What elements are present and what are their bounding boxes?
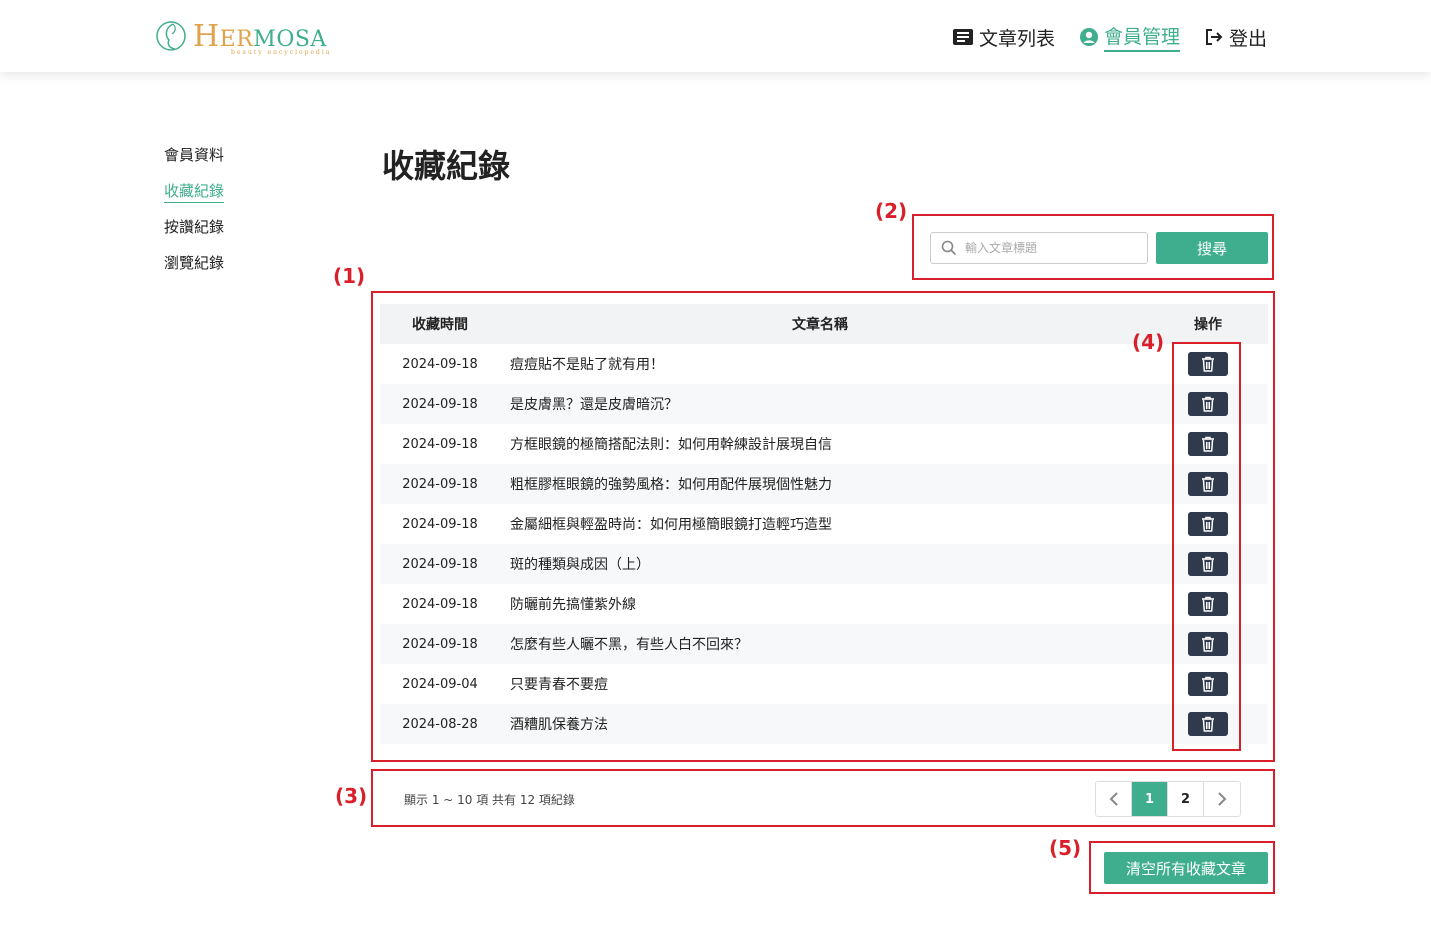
nav-logout-label: 登出 [1228,27,1267,50]
row-date: 2024-09-18 [380,624,492,664]
row-date: 2024-09-18 [402,516,478,532]
row-article-title[interactable]: 金屬細框與輕盈時尚：如何用極簡眼鏡打造輕巧造型 [492,504,1148,544]
table-row: 2024-09-18 斑的種類與成因（上） [380,544,1268,584]
row-article-title[interactable]: 方框眼鏡的極簡搭配法則：如何用幹練設計展現自信 [492,424,1148,464]
row-article-title[interactable]: 是皮膚黑？還是皮膚暗沉？ [492,384,1148,424]
top-header: HERMOSA beauty encyclopedia 文章列表 會員管理 登出 [0,0,1431,72]
table-row: 2024-08-28 酒糟肌保養方法 [380,704,1268,744]
nav-member-management[interactable]: 會員管理 [1079,22,1180,52]
search-icon [941,240,957,256]
row-date: 2024-09-18 [380,464,492,504]
brand-logo[interactable]: HERMOSA beauty encyclopedia [155,16,332,56]
user-circle-icon [1079,28,1098,46]
brand-wordmark: HERMOSA beauty encyclopedia [193,18,332,56]
logout-icon [1205,29,1223,45]
nav-article-list-label: 文章列表 [978,27,1055,50]
member-sidebar: 會員資料 收藏紀錄 按讚紀錄 瀏覽紀錄 [164,144,225,288]
annotation-label-5: (5) [1049,836,1082,860]
main-nav: 文章列表 會員管理 登出 [952,22,1267,52]
page-title: 收藏紀錄 [382,147,511,185]
nav-logout[interactable]: 登出 [1204,24,1267,51]
pagination-info: 顯示 1 ~ 10 項 共有 12 項紀錄 [404,793,575,807]
nav-article-list[interactable]: 文章列表 [952,24,1055,51]
header-article-name: 文章名稱 [492,304,1148,344]
sidebar-item-favorites[interactable]: 收藏紀錄 [164,180,225,216]
search-button[interactable]: 搜尋 [1156,232,1268,264]
next-page-button[interactable] [1204,782,1240,816]
table-row: 2024-09-18 防曬前先搞懂紫外線 [380,584,1268,624]
row-date: 2024-09-18 [402,356,478,372]
annotation-box-delete-column [1172,342,1241,751]
favorites-table: 收藏時間 文章名稱 操作 2024-09-18 痘痘貼不是貼了就有用！ 2024-0… [380,304,1268,744]
row-article-title[interactable]: 粗框膠框眼鏡的強勢風格：如何用配件展現個性魅力 [492,464,1148,504]
header-date: 收藏時間 [380,304,492,344]
row-article-title[interactable]: 斑的種類與成因（上） [492,544,1148,584]
row-article-title[interactable]: 只要青春不要痘 [492,664,1148,704]
annotation-label-4: (4) [1132,330,1165,354]
sidebar-item-history[interactable]: 瀏覽紀錄 [164,252,224,288]
sidebar-item-likes[interactable]: 按讚紀錄 [164,216,224,252]
pagination: 1 2 [1095,781,1241,817]
page-1-button[interactable]: 1 [1132,782,1168,816]
chevron-left-icon [1109,792,1118,806]
row-article-title[interactable]: 怎麼有些人曬不黑，有些人白不回來？ [492,624,1148,664]
chevron-right-icon [1218,792,1227,806]
row-date: 2024-09-04 [402,676,478,692]
table-row: 2024-09-18 方框眼鏡的極簡搭配法則：如何用幹練設計展現自信 [380,424,1268,464]
prev-page-button[interactable] [1096,782,1132,816]
annotation-label-1: (1) [333,264,366,288]
row-date: 2024-09-18 [380,544,492,584]
table-row: 2024-09-18 粗框膠框眼鏡的強勢風格：如何用配件展現個性魅力 [380,464,1268,504]
table-row: 2024-09-18 是皮膚黑？還是皮膚暗沉？ [380,384,1268,424]
row-date: 2024-09-18 [402,596,478,612]
row-article-title[interactable]: 痘痘貼不是貼了就有用！ [492,344,1148,384]
annotation-label-2: (2) [875,199,908,223]
header-action: 操作 [1148,304,1268,344]
book-icon [952,29,973,45]
row-date: 2024-08-28 [380,704,492,744]
table-row: 2024-09-04 只要青春不要痘 [380,664,1268,704]
table-row: 2024-09-18 金屬細框與輕盈時尚：如何用極簡眼鏡打造輕巧造型 [380,504,1268,544]
search-field[interactable] [930,232,1148,264]
annotation-label-3: (3) [335,784,368,808]
row-article-title[interactable]: 酒糟肌保養方法 [492,704,1148,744]
row-date: 2024-09-18 [402,436,478,452]
nav-member-management-label: 會員管理 [1103,22,1180,52]
woman-silhouette-logo-icon [156,21,186,51]
row-date: 2024-09-18 [380,384,492,424]
clear-all-favorites-button[interactable]: 清空所有收藏文章 [1104,852,1268,884]
search-input[interactable] [965,241,1135,255]
brand-tagline: beauty encyclopedia [231,48,332,56]
page-2-button[interactable]: 2 [1168,782,1204,816]
table-body: 2024-09-18 痘痘貼不是貼了就有用！ 2024-09-18 是皮膚黑？還是皮膚… [380,344,1268,744]
table-row: 2024-09-18 怎麼有些人曬不黑，有些人白不回來？ [380,624,1268,664]
row-article-title[interactable]: 防曬前先搞懂紫外線 [492,584,1148,624]
sidebar-item-profile[interactable]: 會員資料 [164,144,224,180]
